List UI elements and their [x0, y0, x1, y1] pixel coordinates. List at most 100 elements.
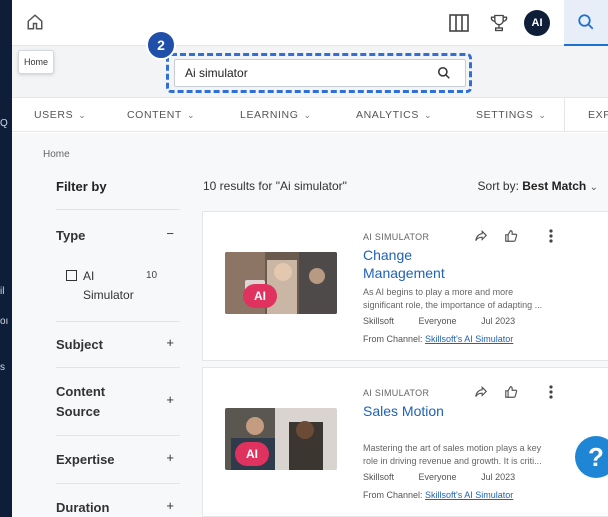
more-options-icon[interactable]: [543, 384, 559, 400]
nav-divider: [564, 98, 565, 132]
filter-title: Filter by: [56, 179, 107, 194]
nav-item-settings[interactable]: SETTINGS ⌄: [476, 98, 546, 132]
sort-label: Sort by:: [477, 179, 519, 193]
checkbox[interactable]: [66, 270, 77, 281]
top-right-controls: AI: [448, 0, 608, 46]
card-thumbnail: AI: [225, 408, 337, 470]
filter-label: Subject: [56, 337, 103, 352]
filter-label: Type: [56, 228, 86, 243]
home-tooltip: Home: [18, 50, 55, 74]
card-meta: Skillsoft Everyone Jul 2023: [363, 472, 537, 482]
result-card[interactable]: AI AI SIMULATOR Sales Motion Mastering t…: [202, 367, 608, 517]
card-channel: From Channel: Skillsoft's AI Simulator: [363, 334, 513, 344]
card-date: Jul 2023: [481, 472, 516, 482]
filter-option-label: AI Simulator: [83, 269, 134, 302]
expand-icon[interactable]: +: [166, 335, 174, 350]
card-meta: Skillsoft Everyone Jul 2023: [363, 316, 537, 326]
filter-group-subject[interactable]: Subject +: [56, 321, 180, 367]
filter-group-content-source[interactable]: Content Source +: [56, 367, 180, 435]
card-audience: Everyone: [418, 316, 457, 326]
result-card[interactable]: AI AI SIMULATOR Change Management As AI …: [202, 211, 608, 361]
card-actions: [473, 228, 573, 244]
strip-glyph: oı: [0, 316, 9, 327]
card-description: Mastering the art of sales motion plays …: [363, 443, 542, 466]
expand-icon[interactable]: +: [166, 498, 174, 513]
sort-dropdown[interactable]: Sort by: Best Match ⌄: [478, 179, 598, 193]
home-button[interactable]: [24, 11, 46, 33]
channel-link[interactable]: Skillsoft's AI Simulator: [425, 334, 513, 344]
share-icon[interactable]: [473, 384, 489, 400]
thumbs-up-icon[interactable]: [503, 384, 519, 400]
card-date: Jul 2023: [481, 316, 516, 326]
filter-label: Content Source: [56, 384, 106, 419]
avatar[interactable]: AI: [524, 10, 550, 36]
chevron-down-icon: ⌄: [423, 109, 433, 120]
search-input[interactable]: Ai simulator: [185, 66, 433, 80]
nav-label: CONTENT: [127, 109, 182, 121]
card-type: AI SIMULATOR: [363, 388, 430, 398]
collapse-icon[interactable]: −: [166, 226, 174, 241]
sort-value: Best Match: [522, 179, 587, 193]
chevron-down-icon: ⌄: [538, 109, 547, 120]
chevron-down-icon: ⌄: [186, 109, 196, 120]
card-channel: From Channel: Skillsoft's AI Simulator: [363, 490, 513, 500]
nav-item-learning[interactable]: LEARNING ⌄: [240, 98, 312, 132]
filter-group-duration[interactable]: Duration +: [56, 483, 180, 517]
search-band: Ai simulator: [12, 46, 608, 98]
background-app-strip: Q il oı s: [0, 0, 12, 517]
nav-label: SETTINGS: [476, 109, 534, 121]
nav-label: ANALYTICS: [356, 109, 419, 121]
channel-label: From Channel:: [363, 490, 423, 500]
card-provider: Skillsoft: [363, 472, 395, 482]
search-tab[interactable]: [564, 0, 608, 46]
columns-icon[interactable]: [448, 12, 470, 34]
step-badge: 2: [146, 30, 176, 60]
filter-group-expertise[interactable]: Expertise +: [56, 435, 180, 483]
nav-label: LEARNING: [240, 109, 299, 121]
card-thumbnail: AI: [225, 252, 337, 314]
filter-option-count: 10: [146, 270, 158, 281]
thumbs-up-icon[interactable]: [503, 228, 519, 244]
search-field[interactable]: Ai simulator: [174, 59, 466, 87]
nav-item-content[interactable]: CONTENT ⌄: [127, 98, 195, 132]
strip-glyph: Q: [0, 118, 8, 129]
filter-option-ai-simulator[interactable]: AI Simulator: [66, 267, 143, 305]
filter-label: Expertise: [56, 452, 115, 467]
channel-label: From Channel:: [363, 334, 423, 344]
ai-badge: AI: [243, 284, 277, 308]
filter-group-type[interactable]: Type −: [56, 209, 180, 251]
chevron-down-icon: ⌄: [78, 109, 87, 120]
card-provider: Skillsoft: [363, 316, 395, 326]
search-results-page: Home Filter by Type − AI Simulator 10 Su…: [12, 133, 608, 517]
nav-item-analytics[interactable]: ANALYTICS ⌄: [356, 98, 432, 132]
results-summary: 10 results for "Ai simulator": [203, 179, 347, 193]
ai-badge: AI: [235, 442, 269, 466]
card-type: AI SIMULATOR: [363, 232, 430, 242]
app-window: AI Ai simulator 2 Home USERS ⌄ CONTENT ⌄ L: [12, 0, 608, 517]
filter-label: Duration: [56, 500, 110, 515]
chevron-down-icon: ⌄: [589, 182, 598, 193]
share-icon[interactable]: [473, 228, 489, 244]
expand-icon[interactable]: +: [166, 450, 174, 465]
channel-link[interactable]: Skillsoft's AI Simulator: [425, 490, 513, 500]
nav-item-explore[interactable]: EXP: [588, 98, 608, 132]
card-title-link[interactable]: Change Management: [363, 246, 483, 282]
nav-item-users[interactable]: USERS ⌄: [34, 98, 86, 132]
more-options-icon[interactable]: [543, 228, 559, 244]
trophy-icon[interactable]: [488, 12, 510, 34]
main-nav: USERS ⌄ CONTENT ⌄ LEARNING ⌄ ANALYTICS ⌄ SET…: [12, 98, 608, 132]
card-title-link[interactable]: Sales Motion: [363, 402, 483, 420]
strip-glyph: s: [0, 362, 5, 373]
breadcrumb[interactable]: Home: [43, 149, 70, 160]
nav-label: EXP: [588, 109, 608, 121]
search-icon[interactable]: [433, 62, 455, 84]
expand-icon[interactable]: +: [166, 392, 174, 407]
card-audience: Everyone: [418, 472, 457, 482]
card-description: As AI begins to play a more and more sig…: [363, 287, 543, 310]
nav-label: USERS: [34, 109, 74, 121]
strip-glyph: il: [0, 286, 5, 297]
search-icon: [575, 11, 597, 33]
card-actions: [473, 384, 573, 400]
top-bar: AI: [12, 0, 608, 46]
chevron-down-icon: ⌄: [303, 109, 312, 120]
